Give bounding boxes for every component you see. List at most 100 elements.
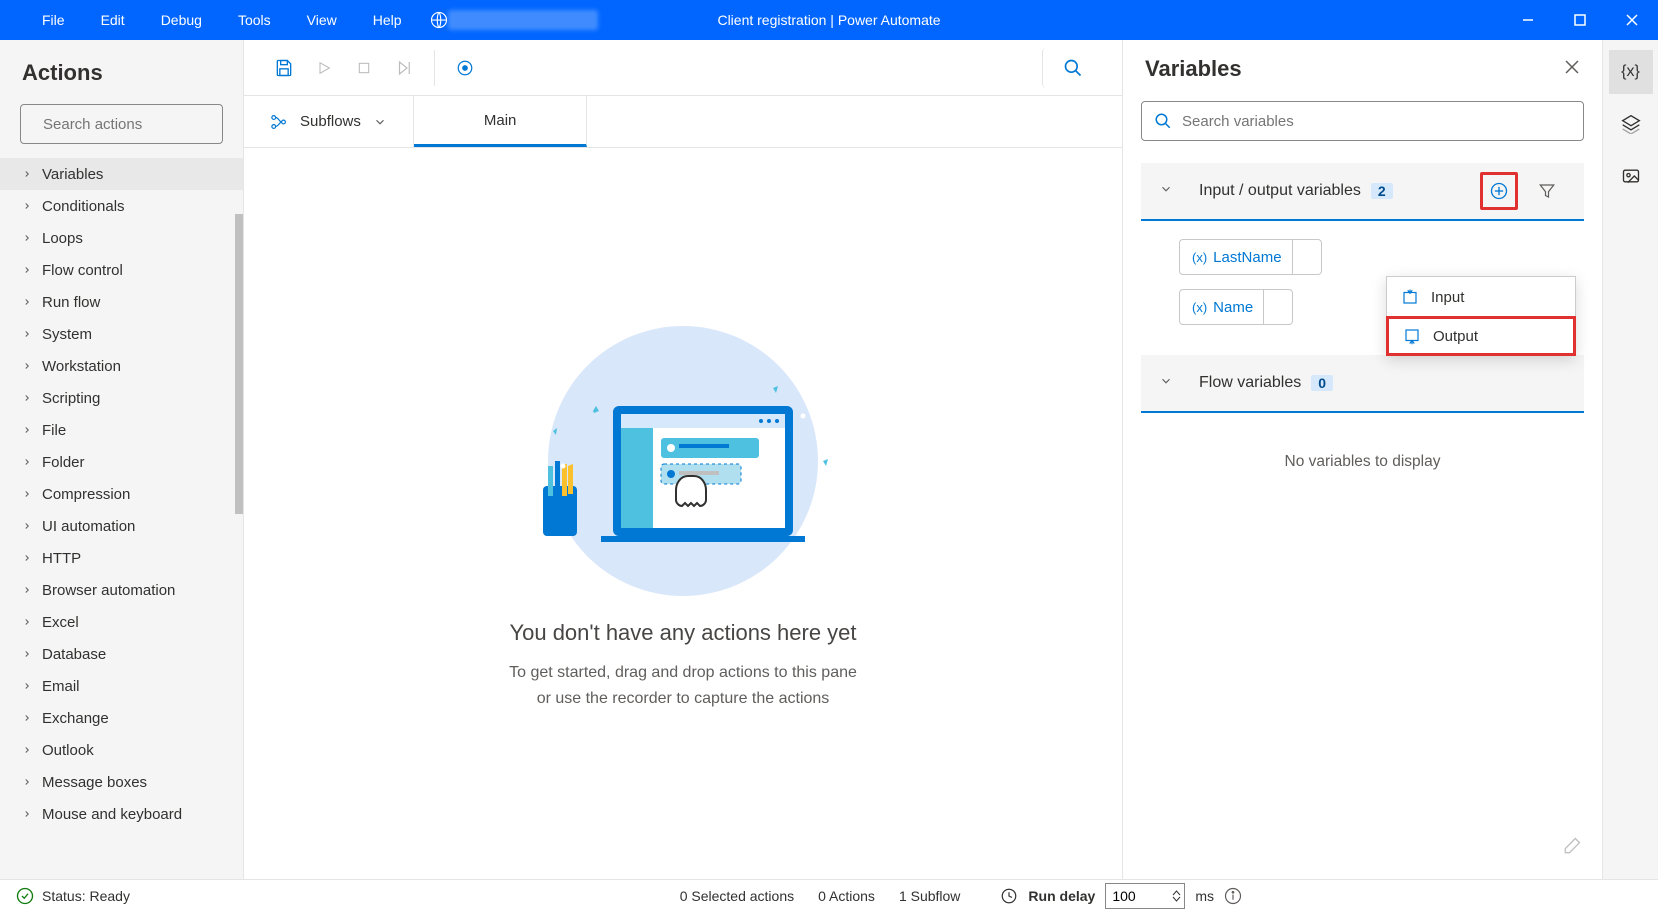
status-text: Status: Ready — [42, 888, 130, 904]
chevron-right-icon — [22, 201, 32, 211]
category-label: Flow control — [42, 262, 123, 279]
status-subflows: 1 Subflow — [899, 888, 960, 904]
chevron-down-icon — [1159, 182, 1173, 201]
close-variables-button[interactable] — [1564, 59, 1580, 80]
action-category-browser-automation[interactable]: Browser automation — [0, 574, 243, 606]
clear-button[interactable] — [1562, 836, 1582, 861]
flow-canvas[interactable]: You don't have any actions here yet To g… — [244, 148, 1122, 879]
add-variable-button[interactable] — [1480, 172, 1518, 210]
variable-pill-name[interactable]: (x)Name — [1179, 289, 1293, 325]
record-button[interactable] — [445, 48, 485, 88]
popup-item-input[interactable]: Input — [1387, 277, 1575, 317]
strip-images-button[interactable] — [1609, 154, 1653, 198]
category-label: Workstation — [42, 358, 121, 375]
flow-variables-section: Flow variables 0 — [1141, 355, 1584, 413]
empty-state-line1: To get started, drag and drop actions to… — [509, 664, 857, 681]
action-category-ui-automation[interactable]: UI automation — [0, 510, 243, 542]
action-category-workstation[interactable]: Workstation — [0, 350, 243, 382]
variable-pill-lastname[interactable]: (x)LastName — [1179, 239, 1322, 275]
braces-icon: {x} — [1621, 63, 1640, 81]
chevron-down-icon[interactable] — [1172, 896, 1181, 902]
category-label: Email — [42, 678, 80, 695]
stop-button[interactable] — [344, 48, 384, 88]
action-category-file[interactable]: File — [0, 414, 243, 446]
variables-panel: Variables Input / output variables 2 (x)… — [1122, 40, 1602, 879]
action-category-conditionals[interactable]: Conditionals — [0, 190, 243, 222]
category-label: Compression — [42, 486, 130, 503]
action-category-http[interactable]: HTTP — [0, 542, 243, 574]
menu-view[interactable]: View — [289, 0, 355, 40]
chevron-down-icon — [1159, 374, 1173, 393]
action-category-loops[interactable]: Loops — [0, 222, 243, 254]
titlebar: File Edit Debug Tools View Help Client r… — [0, 0, 1658, 40]
variables-search-input[interactable] — [1182, 113, 1571, 130]
subflows-label: Subflows — [300, 113, 361, 130]
flow-variables-count-badge: 0 — [1311, 375, 1333, 391]
action-category-run-flow[interactable]: Run flow — [0, 286, 243, 318]
environment-name-blurred — [448, 10, 598, 30]
variables-search[interactable] — [1141, 101, 1584, 141]
io-variables-header[interactable]: Input / output variables 2 — [1141, 163, 1584, 219]
action-category-folder[interactable]: Folder — [0, 446, 243, 478]
actions-scrollbar[interactable] — [235, 214, 243, 879]
actions-search[interactable] — [20, 104, 223, 144]
flow-variables-header[interactable]: Flow variables 0 — [1141, 355, 1584, 411]
chevron-right-icon — [22, 233, 32, 243]
environment-indicator[interactable] — [420, 10, 614, 30]
input-icon — [1401, 288, 1419, 306]
popup-item-output[interactable]: Output — [1386, 316, 1576, 356]
action-category-outlook[interactable]: Outlook — [0, 734, 243, 766]
run-delay-input[interactable] — [1112, 888, 1162, 904]
subflows-dropdown[interactable]: Subflows — [244, 96, 414, 147]
close-button[interactable] — [1606, 0, 1658, 40]
action-category-variables[interactable]: Variables — [0, 158, 243, 190]
action-category-system[interactable]: System — [0, 318, 243, 350]
actions-panel: Actions VariablesConditionalsLoopsFlow c… — [0, 40, 244, 879]
layers-icon — [1621, 114, 1641, 134]
category-label: Exchange — [42, 710, 109, 727]
action-category-mouse-and-keyboard[interactable]: Mouse and keyboard — [0, 798, 243, 830]
run-button[interactable] — [304, 48, 344, 88]
strip-layers-button[interactable] — [1609, 102, 1653, 146]
step-button[interactable] — [384, 48, 424, 88]
io-variables-count-badge: 2 — [1371, 183, 1393, 199]
maximize-button[interactable] — [1554, 0, 1606, 40]
run-delay-spinner[interactable] — [1105, 883, 1185, 909]
action-category-email[interactable]: Email — [0, 670, 243, 702]
info-icon[interactable] — [1224, 887, 1242, 905]
right-tool-strip: {x} — [1602, 40, 1658, 879]
chevron-right-icon — [22, 553, 32, 563]
minimize-button[interactable] — [1502, 0, 1554, 40]
variable-name: LastName — [1213, 249, 1281, 266]
chevron-right-icon — [22, 585, 32, 595]
menu-edit[interactable]: Edit — [83, 0, 143, 40]
run-delay-label: Run delay — [1028, 888, 1095, 904]
tab-main[interactable]: Main — [414, 96, 588, 147]
action-category-excel[interactable]: Excel — [0, 606, 243, 638]
menu-tools[interactable]: Tools — [220, 0, 289, 40]
main-area: Subflows Main — [244, 40, 1122, 879]
chevron-right-icon — [22, 681, 32, 691]
category-label: Conditionals — [42, 198, 125, 215]
strip-variables-button[interactable]: {x} — [1609, 50, 1653, 94]
filter-variables-button[interactable] — [1528, 172, 1566, 210]
stop-icon — [356, 60, 372, 76]
action-category-exchange[interactable]: Exchange — [0, 702, 243, 734]
save-button[interactable] — [264, 48, 304, 88]
canvas-search-button[interactable] — [1042, 48, 1102, 88]
search-icon — [1063, 58, 1083, 78]
action-category-scripting[interactable]: Scripting — [0, 382, 243, 414]
action-category-flow-control[interactable]: Flow control — [0, 254, 243, 286]
category-label: Message boxes — [42, 774, 147, 791]
action-category-message-boxes[interactable]: Message boxes — [0, 766, 243, 798]
output-icon — [1403, 327, 1421, 345]
action-category-compression[interactable]: Compression — [0, 478, 243, 510]
menu-help[interactable]: Help — [355, 0, 420, 40]
menu-debug[interactable]: Debug — [143, 0, 220, 40]
chevron-right-icon — [22, 393, 32, 403]
actions-search-input[interactable] — [43, 116, 242, 133]
menu-file[interactable]: File — [24, 0, 83, 40]
category-label: HTTP — [42, 550, 81, 567]
category-label: Loops — [42, 230, 83, 247]
action-category-database[interactable]: Database — [0, 638, 243, 670]
